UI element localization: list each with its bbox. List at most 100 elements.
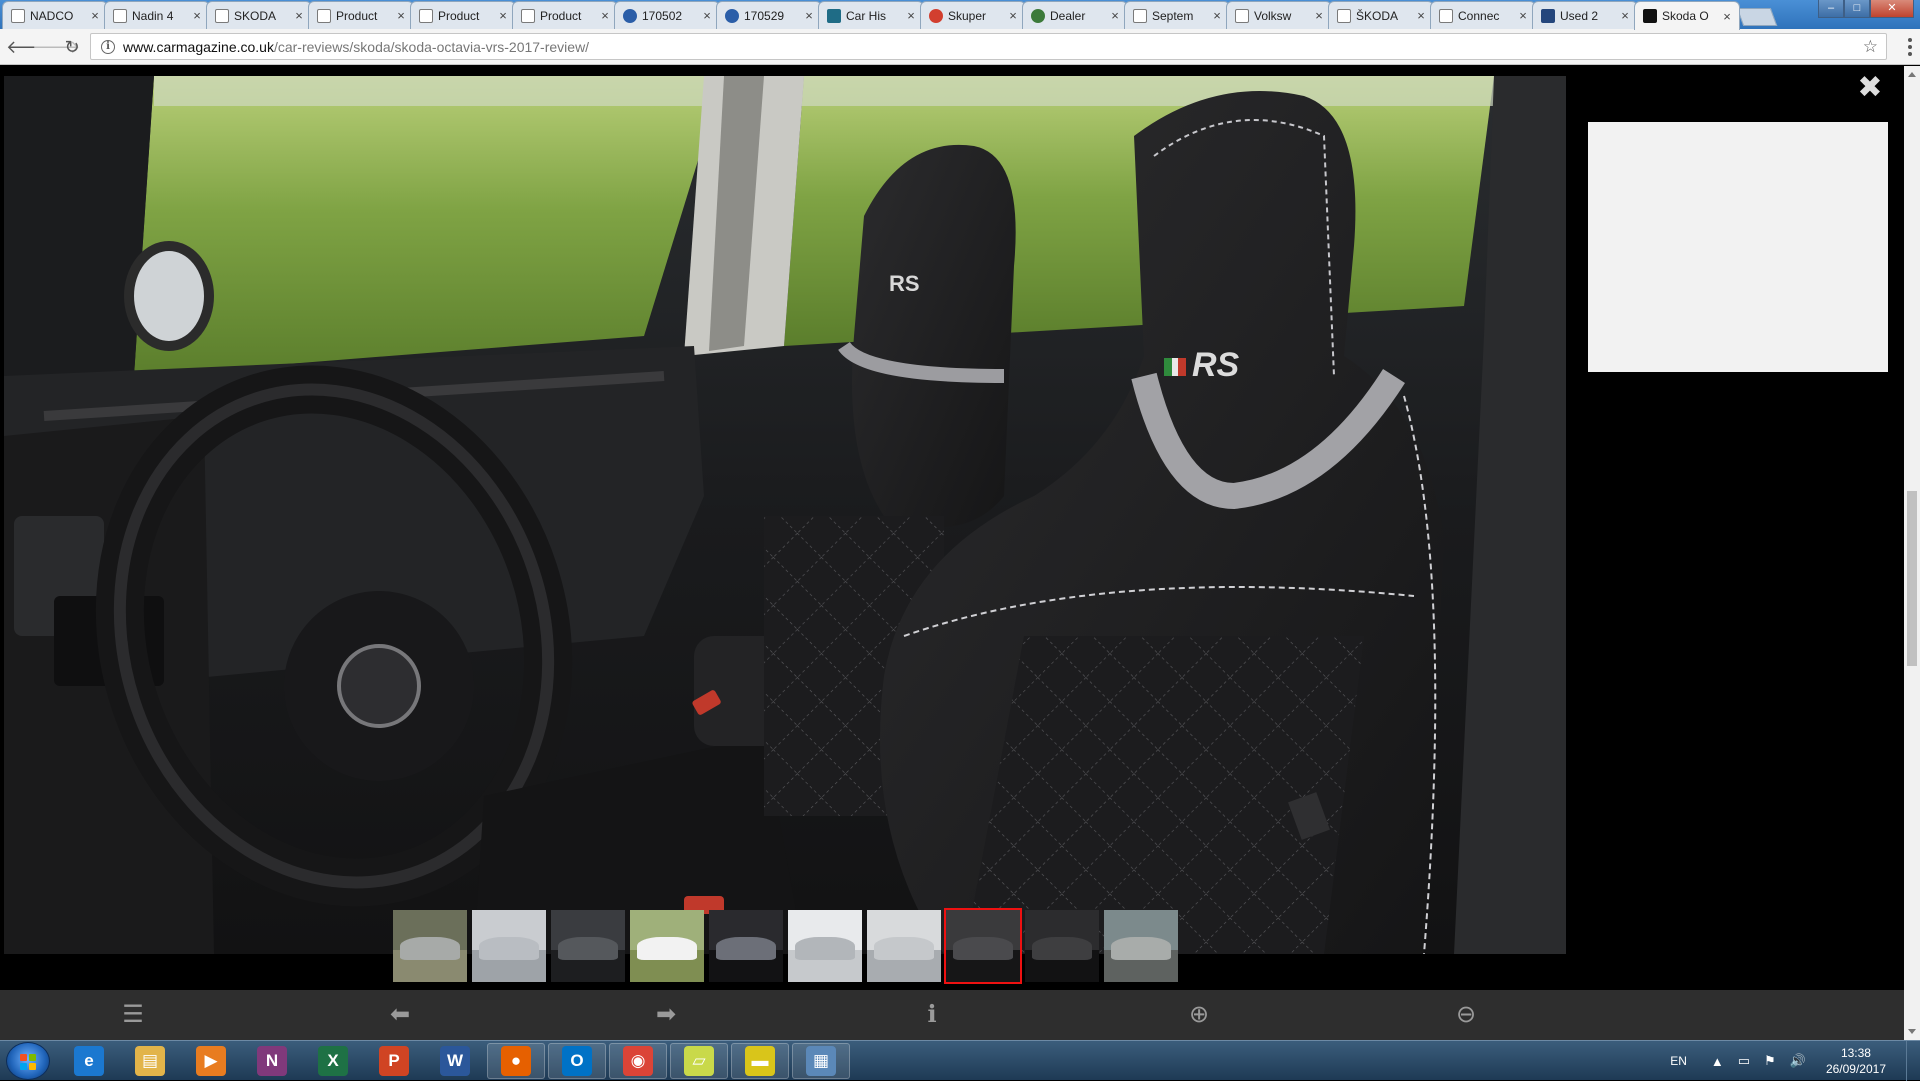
browser-tab[interactable]: 170529 × xyxy=(716,1,822,29)
browser-tab[interactable]: Car His × xyxy=(818,1,924,29)
browser-tab[interactable]: Septem × xyxy=(1124,1,1230,29)
system-clock[interactable]: 13:38 26/09/2017 xyxy=(1826,1045,1886,1077)
taskbar-internet-explorer-button[interactable]: e xyxy=(60,1043,118,1079)
browser-tab[interactable]: Volksw × xyxy=(1226,1,1332,29)
gallery-thumbnail-silver-side-studio[interactable] xyxy=(786,908,864,984)
system-tray: EN ▲ ▭ ⚑ 🔊 13:38 26/09/2017 xyxy=(1670,1041,1920,1081)
browser-tab[interactable]: Product × xyxy=(512,1,618,29)
word-icon: W xyxy=(440,1046,470,1076)
language-indicator[interactable]: EN xyxy=(1670,1054,1687,1068)
zoom-in-button[interactable]: ⊕ xyxy=(1183,999,1215,1031)
show-desktop-button[interactable] xyxy=(1906,1041,1920,1081)
taskbar-powerpoint-button[interactable]: P xyxy=(365,1043,423,1079)
browser-tab[interactable]: SKODA × xyxy=(206,1,312,29)
tab-close-icon[interactable]: × xyxy=(1007,8,1019,23)
tab-close-icon[interactable]: × xyxy=(293,8,305,23)
tab-close-icon[interactable]: × xyxy=(1517,8,1529,23)
scrollbar-thumb[interactable] xyxy=(1907,491,1917,666)
chrome-icon: ◉ xyxy=(623,1046,653,1076)
gallery-thumbnail-front-three-quarter-silver[interactable] xyxy=(391,908,469,984)
browser-tab[interactable]: Dealer × xyxy=(1022,1,1128,29)
file-explorer-icon: ▤ xyxy=(135,1046,165,1076)
start-button[interactable] xyxy=(6,1042,50,1080)
taskbar-excel-button[interactable]: X xyxy=(304,1043,362,1079)
gallery-thumbnail-front-seats-vrs[interactable] xyxy=(944,908,1022,984)
taskbar-outlook-button[interactable]: O xyxy=(548,1043,606,1079)
scroll-up-arrow-icon[interactable] xyxy=(1908,72,1916,77)
browser-tab-strip: NADCO × Nadin 4 × SKODA × Product × Product × Prod… xyxy=(0,0,1920,30)
browser-tab[interactable]: NADCO × xyxy=(2,1,108,29)
new-tab-button[interactable] xyxy=(1736,8,1778,26)
tab-title: ŠKODA xyxy=(1356,8,1399,23)
info-button[interactable]: ℹ xyxy=(916,999,948,1031)
clock-time: 13:38 xyxy=(1840,1046,1871,1060)
gallery-thumbnail-rear-seats[interactable] xyxy=(1023,908,1101,984)
scroll-down-arrow-icon[interactable] xyxy=(1908,1029,1916,1034)
taskbar-calculator-button[interactable]: ▦ xyxy=(792,1043,850,1079)
tab-close-icon[interactable]: × xyxy=(191,8,203,23)
next-button[interactable]: ➡ xyxy=(650,999,682,1031)
tab-close-icon[interactable]: × xyxy=(905,8,917,23)
gallery-thumbnail-white-estate-side[interactable] xyxy=(628,908,706,984)
maximize-button[interactable]: □ xyxy=(1844,0,1870,18)
browser-tab[interactable]: Connec × xyxy=(1430,1,1536,29)
taskbar-chrome-button[interactable]: ◉ xyxy=(609,1043,667,1079)
gallery-thumbnail-gear-shifter[interactable] xyxy=(707,908,785,984)
taskbar-firefox-button[interactable]: ● xyxy=(487,1043,545,1079)
browser-tab[interactable]: Product × xyxy=(308,1,414,29)
site-info-icon[interactable]: i xyxy=(101,39,115,54)
bookmark-star-icon[interactable]: ☆ xyxy=(1863,37,1878,57)
browser-tab[interactable]: ŠKODA × xyxy=(1328,1,1434,29)
taskbar-media-player-button[interactable]: ▶ xyxy=(182,1043,240,1079)
taskbar-file-explorer-button[interactable]: ▤ xyxy=(121,1043,179,1079)
gallery-thumbnail-rear-silver-studio[interactable] xyxy=(470,908,548,984)
address-bar[interactable]: i www.carmagazine.co.uk /car-reviews/sko… xyxy=(90,33,1887,60)
back-button[interactable]: 🡐 xyxy=(6,35,54,59)
car-seats-illustration: RS RS xyxy=(4,76,1566,954)
zoom-out-button[interactable]: ⊖ xyxy=(1450,999,1482,1031)
tab-close-icon[interactable]: × xyxy=(1211,8,1223,23)
onenote-icon: N xyxy=(257,1046,287,1076)
browser-tab[interactable]: Used 2 × xyxy=(1532,1,1638,29)
advertisement-placeholder[interactable] xyxy=(1588,122,1888,372)
previous-button[interactable]: ⬅ xyxy=(384,999,416,1031)
tab-close-icon[interactable]: × xyxy=(1415,8,1427,23)
taskbar-word-button[interactable]: W xyxy=(426,1043,484,1079)
network-icon[interactable]: ▭ xyxy=(1738,1053,1750,1069)
browser-tab[interactable]: Skuper × xyxy=(920,1,1026,29)
tab-close-icon[interactable]: × xyxy=(1619,8,1631,23)
page-scrollbar[interactable] xyxy=(1904,66,1920,1040)
thumbnails-list-button[interactable]: ☰ xyxy=(117,999,149,1031)
taskbar-terminal-button[interactable]: ▬ xyxy=(731,1043,789,1079)
browser-tab[interactable]: Product × xyxy=(410,1,516,29)
lightbox-close-icon[interactable]: ✖ xyxy=(1856,73,1884,103)
taskbar-onenote-button[interactable]: N xyxy=(243,1043,301,1079)
tab-close-icon[interactable]: × xyxy=(89,8,101,23)
tab-close-icon[interactable]: × xyxy=(395,8,407,23)
show-hidden-icons-icon[interactable]: ▲ xyxy=(1711,1054,1724,1069)
browser-tab[interactable]: Nadin 4 × xyxy=(104,1,210,29)
gallery-thumbnail-dashboard-interior[interactable] xyxy=(549,908,627,984)
gallery-thumbnail-front-silver-road[interactable] xyxy=(1102,908,1180,984)
tab-title: Skoda O xyxy=(1662,9,1709,23)
browser-tab[interactable]: Skoda O × xyxy=(1634,1,1740,30)
firefox-icon: ● xyxy=(501,1046,531,1076)
tab-close-icon[interactable]: × xyxy=(1109,8,1121,23)
action-center-flag-icon[interactable]: ⚑ xyxy=(1764,1053,1776,1069)
tab-close-icon[interactable]: × xyxy=(701,8,713,23)
gallery-thumbnail-silver-side-grey[interactable] xyxy=(865,908,943,984)
browser-tab[interactable]: 170502 × xyxy=(614,1,720,29)
tab-close-icon[interactable]: × xyxy=(1721,9,1733,24)
volume-icon[interactable]: 🔊 xyxy=(1790,1053,1806,1069)
forward-button[interactable]: 🡒 xyxy=(32,35,80,59)
tab-close-icon[interactable]: × xyxy=(803,8,815,23)
close-window-button[interactable]: ✕ xyxy=(1870,0,1914,18)
minimize-button[interactable]: – xyxy=(1818,0,1844,18)
lightbox-control-bar: ☰ ⬅ ➡ ℹ ⊕ ⊖ xyxy=(0,990,1904,1040)
taskbar-sticky-notes-button[interactable]: ▱ xyxy=(670,1043,728,1079)
tab-close-icon[interactable]: × xyxy=(599,8,611,23)
tab-close-icon[interactable]: × xyxy=(497,8,509,23)
browser-menu-icon[interactable] xyxy=(1908,38,1912,56)
tab-close-icon[interactable]: × xyxy=(1313,8,1325,23)
reload-button[interactable]: ↻ xyxy=(60,35,84,59)
